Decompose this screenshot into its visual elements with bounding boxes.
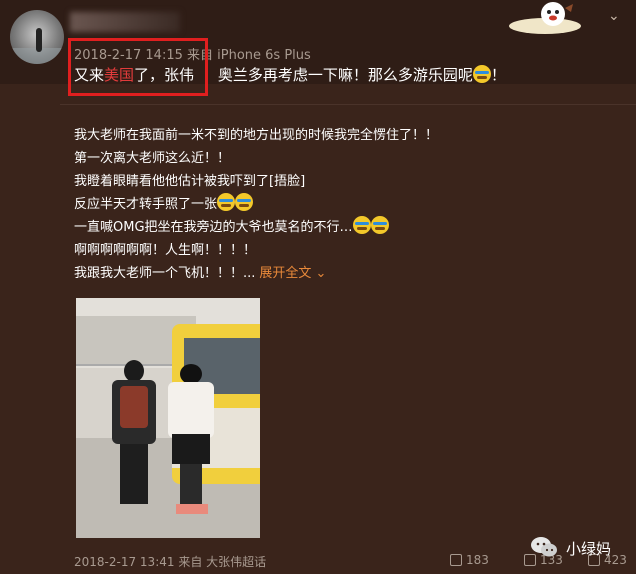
original-line: 啊啊啊啊啊啊！人生啊！！！！ xyxy=(74,243,257,258)
repost-count-value: 183 xyxy=(466,553,489,567)
photo-person-left xyxy=(112,360,156,510)
crying-emoji-icon xyxy=(235,193,254,211)
original-line: 反应半天才转手照了一张 xyxy=(74,197,218,212)
expand-full-text-link[interactable]: 展开全文 ⌄ xyxy=(259,266,326,281)
original-timestamp: 2018-2-17 13:41 xyxy=(74,555,175,569)
chevron-down-icon[interactable]: ⌄ xyxy=(608,8,620,24)
person-head xyxy=(180,364,202,384)
crying-emoji-icon xyxy=(370,216,389,234)
repost-icon xyxy=(450,554,462,566)
original-meta: 2018-2-17 13:41 来自 大张伟超话 xyxy=(74,553,266,570)
username-blurred[interactable] xyxy=(70,12,180,32)
person-body xyxy=(168,382,214,438)
divider xyxy=(60,104,636,105)
original-line: 第一次离大老师这么近！！ xyxy=(74,151,231,166)
repost-text-tail: 奥兰多再考虑一下嘛！那么多游乐园呢 xyxy=(217,66,473,84)
original-post-text: 我大老师在我面前一米不到的地方出现的时候我完全愣住了！！ 第一次离大老师这么近！… xyxy=(74,124,594,285)
original-source[interactable]: 来自 大张伟超话 xyxy=(178,555,266,569)
brand-watermark: 小绿妈 xyxy=(566,540,612,558)
original-line-with-emoji: 一直喊OMG把坐在我旁边的大爷也莫名的不行… xyxy=(74,216,594,239)
original-line: 我跟我大老师一个飞机！！！... xyxy=(74,266,256,281)
photo-person-right xyxy=(168,364,214,514)
crying-emoji-icon xyxy=(217,193,236,211)
person-legs xyxy=(120,444,148,504)
repost-count[interactable]: 183 xyxy=(450,553,489,567)
repost-text-end: ！ xyxy=(490,66,506,84)
crying-emoji-icon xyxy=(352,216,371,234)
original-line-with-link: 我跟我大老师一个飞机！！！... 展开全文 ⌄ xyxy=(74,262,594,285)
post-photo[interactable] xyxy=(76,298,260,538)
original-line: 我大老师在我面前一米不到的地方出现的时候我完全愣住了！！ xyxy=(74,128,439,143)
avatar-figure xyxy=(36,28,42,52)
person-shoes xyxy=(176,504,208,514)
original-line: 一直喊OMG把坐在我旁边的大爷也莫名的不行… xyxy=(74,220,353,235)
original-line: 我瞪着眼睛看他他估计被我吓到了[捂脸] xyxy=(74,174,306,189)
original-line-with-emoji: 反应半天才转手照了一张 xyxy=(74,193,594,216)
highlight-box xyxy=(68,38,208,96)
person-head xyxy=(124,360,144,382)
avatar[interactable] xyxy=(10,10,64,64)
person-legs xyxy=(180,464,202,508)
dog-sticker-icon xyxy=(509,2,581,34)
person-backpack xyxy=(120,386,148,428)
person-skirt xyxy=(172,434,210,464)
wechat-icon xyxy=(531,537,557,557)
crying-emoji-icon xyxy=(472,65,491,83)
